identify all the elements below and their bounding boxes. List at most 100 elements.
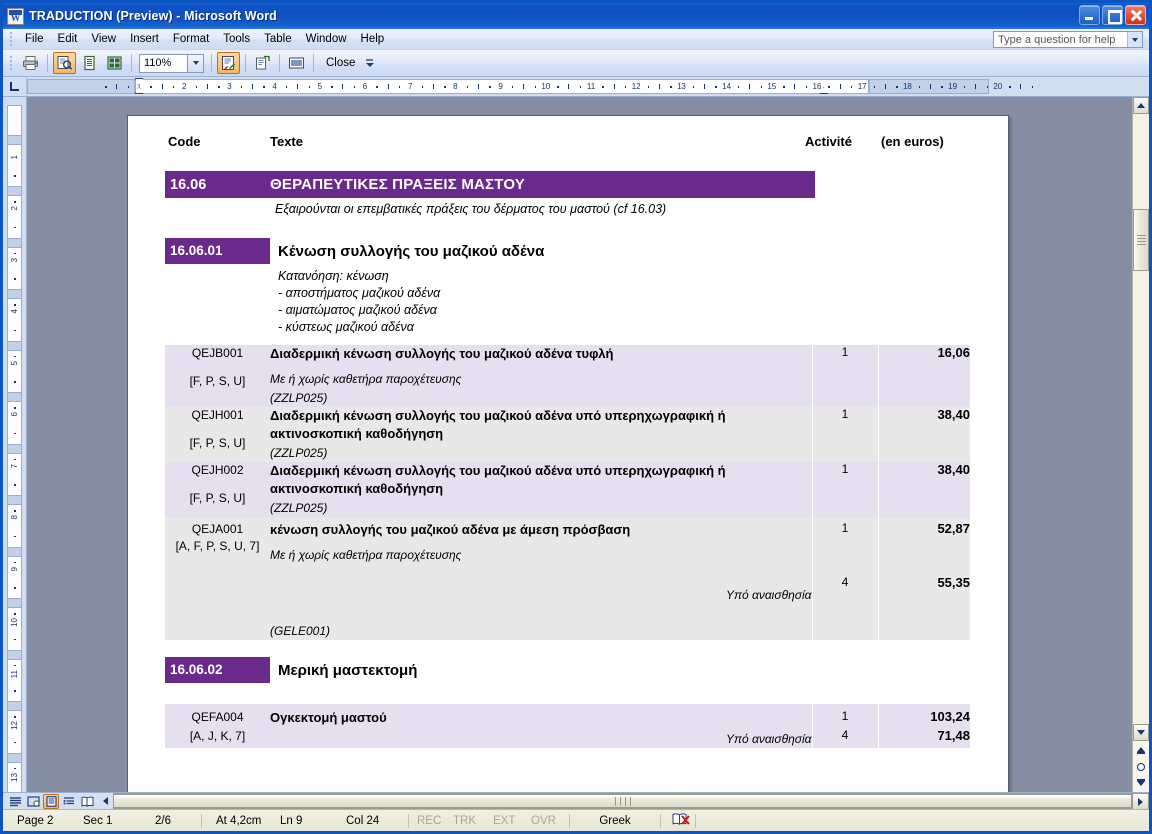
table-row[interactable]: QEFA004 [A, J, K, 7] Ογκεκτομή μαστού Υπ… — [165, 704, 970, 748]
print-layout-view-icon[interactable] — [43, 793, 59, 809]
menu-view[interactable]: View — [84, 31, 123, 47]
ruler-corner-spacer — [1132, 77, 1149, 96]
horizontal-scroll-track[interactable] — [113, 793, 1132, 809]
toolbar-options-icon[interactable] — [364, 52, 375, 74]
status-ovr[interactable]: OVR — [527, 815, 569, 827]
vertical-scroll-thumb[interactable] — [1133, 209, 1149, 271]
minimize-button[interactable] — [1079, 5, 1100, 25]
menu-tools[interactable]: Tools — [216, 31, 257, 47]
outline-view-icon[interactable] — [61, 794, 77, 809]
ruler-tick-label: 18 — [902, 82, 912, 91]
spelling-grammar-check-icon[interactable] — [661, 812, 695, 830]
subsection-note-line: Κατανόηση: κένωση — [278, 269, 389, 283]
vruler-band — [7, 598, 22, 608]
document-body: 1 2 3 4 5 6 7 8 9 10 11 12 13 Code Texte Activité (e… — [3, 97, 1149, 792]
vruler-tick-label: 7 — [10, 463, 19, 468]
vruler-tick-label: 4 — [10, 309, 19, 314]
ruler-minor-tick — [783, 86, 785, 88]
ruler-minor-tick — [873, 86, 875, 88]
reading-layout-view-icon[interactable] — [79, 794, 95, 809]
select-browse-object-button[interactable] — [1133, 758, 1149, 775]
tab-stop-selector[interactable] — [3, 77, 27, 96]
ruler-tick-label: 5 — [317, 82, 323, 91]
act-description: Διαδερμική κένωση συλλογής του μαζικού α… — [270, 463, 726, 496]
row-text-cell: Ογκεκτομή μαστού Υπό αναισθησία — [270, 704, 812, 748]
close-button[interactable] — [1125, 5, 1146, 25]
table-row[interactable]: QEJH002 [F, P, S, U] Διαδερμική κένωση σ… — [165, 462, 970, 517]
row-euros-cell: 52,87 55,35 — [878, 517, 970, 640]
print-preview-toolbar: 110% Close — [3, 50, 1149, 77]
vruler-tick-label: 8 — [10, 515, 19, 520]
view-mode-buttons — [3, 793, 113, 809]
menu-window[interactable]: Window — [299, 31, 354, 47]
magnifier-icon[interactable] — [53, 52, 76, 74]
normal-view-icon[interactable] — [7, 794, 23, 809]
vruler-minor-tick — [14, 329, 16, 332]
ruler-minor-tick — [478, 84, 479, 89]
scroll-down-button[interactable] — [1133, 724, 1149, 741]
close-preview-button[interactable]: Close — [320, 55, 361, 71]
ruler-minor-tick — [918, 86, 921, 88]
vertical-ruler[interactable]: 1 2 3 4 5 6 7 8 9 10 11 12 13 — [3, 97, 27, 792]
row-euros-cell: 38,40 — [937, 407, 970, 422]
previous-page-button[interactable] — [1133, 741, 1149, 758]
zoom-dropdown-icon[interactable] — [188, 53, 204, 73]
table-row[interactable]: QEJH001 [F, P, S, U] Διαδερμική κένωση σ… — [165, 407, 970, 462]
act-modifiers: [A, F, P, S, U, 7] — [175, 539, 260, 553]
act-code: QEJH001 — [191, 408, 244, 422]
horizontal-ruler[interactable]: 1 2 3 4 5 6 7 8 9 10 11 12 13 14 15 16 17 18 19 20 — [27, 77, 1132, 96]
section-title: ΘΕΡΑΠΕΥΤΙΚΕΣ ΠΡΑΞΕΙΣ ΜΑΣΤΟΥ — [270, 176, 526, 193]
status-trk[interactable]: TRK — [449, 815, 489, 827]
vruler-minor-tick — [14, 510, 16, 512]
full-screen-icon[interactable] — [251, 52, 274, 74]
zoom-level-input[interactable]: 110% — [139, 53, 188, 73]
maximize-button[interactable] — [1102, 5, 1123, 25]
preview-canvas[interactable]: Code Texte Activité (en euros) 16.06 ΘΕΡ… — [27, 97, 1132, 792]
ask-a-question-dropdown-icon[interactable] — [1127, 32, 1142, 47]
menu-file[interactable]: File — [18, 31, 51, 47]
status-line: Ln 9 — [280, 814, 303, 827]
menu-edit[interactable]: Edit — [51, 31, 85, 47]
vertical-scrollbar[interactable] — [1132, 97, 1149, 792]
document-page[interactable]: Code Texte Activité (en euros) 16.06 ΘΕΡ… — [127, 115, 1009, 792]
menu-help[interactable]: Help — [354, 31, 392, 47]
status-language[interactable]: Greek — [570, 815, 660, 827]
ruler-minor-tick — [466, 86, 469, 88]
menu-format[interactable]: Format — [166, 31, 216, 47]
status-ext[interactable]: EXT — [489, 815, 527, 827]
column-header-activite: Activité — [805, 134, 852, 149]
ask-a-question-box[interactable]: Type a question for help — [993, 31, 1143, 48]
ruler-minor-tick — [511, 86, 514, 88]
scroll-right-button[interactable] — [1132, 793, 1149, 810]
next-page-button[interactable] — [1133, 775, 1149, 792]
vruler-minor-tick — [14, 690, 16, 692]
print-icon[interactable] — [19, 52, 42, 74]
ruler-tick-label: 20 — [993, 82, 1003, 91]
status-rec[interactable]: REC — [409, 815, 449, 827]
web-layout-view-icon[interactable] — [25, 794, 41, 809]
status-page: Page 2 — [17, 814, 54, 827]
table-row[interactable]: QEJA001 [A, F, P, S, U, 7] κένωση συλλογ… — [165, 517, 970, 640]
act-reference-code: (ZZLP025) — [270, 446, 328, 460]
scroll-up-button[interactable] — [1133, 97, 1149, 114]
menu-grip-handle[interactable] — [8, 32, 14, 47]
window-controls — [1079, 5, 1146, 25]
menu-insert[interactable]: Insert — [123, 31, 166, 47]
vruler-minor-tick — [14, 278, 16, 280]
multiple-pages-icon[interactable] — [103, 52, 126, 74]
vertical-scroll-track[interactable] — [1133, 114, 1149, 724]
section-note: Εξαιρούνται οι επεμβατικές πράξεις του δ… — [275, 202, 667, 216]
table-row[interactable]: QEJB001 [F, P, S, U] Διαδερμική κένωση σ… — [165, 345, 970, 407]
row-code-cell: QEJA001 [A, F, P, S, U, 7] — [165, 517, 270, 640]
view-ruler-icon[interactable] — [285, 52, 308, 74]
horizontal-scroll-thumb[interactable] — [113, 794, 1132, 808]
vruler-minor-tick — [14, 381, 16, 383]
vruler-minor-tick — [14, 741, 16, 744]
section-number: 16.06 — [170, 176, 207, 193]
ruler-tick-label: 3 — [227, 82, 232, 91]
menu-table[interactable]: Table — [257, 31, 299, 47]
shrink-to-fit-icon[interactable] — [217, 52, 240, 74]
toolbar-grip-handle[interactable] — [8, 56, 14, 71]
one-page-icon[interactable] — [78, 52, 101, 74]
scroll-left-arrow-icon[interactable] — [97, 794, 113, 809]
